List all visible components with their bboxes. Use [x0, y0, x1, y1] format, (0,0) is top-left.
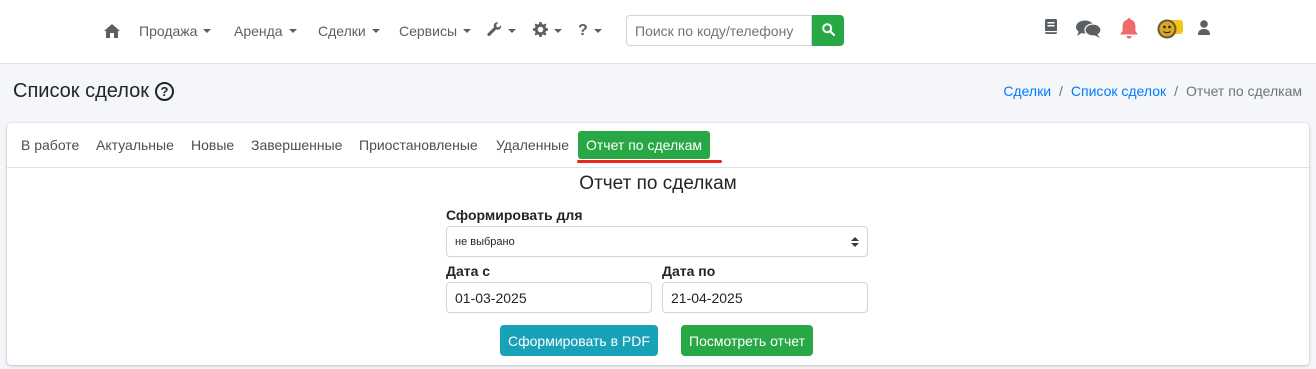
for-label: Сформировать для [446, 207, 583, 223]
page-title: Список сделок ? [13, 78, 174, 104]
menu-sale[interactable]: Продажа [139, 20, 212, 42]
tabs-bar: В работе Актуальные Новые Завершенные Пр… [7, 123, 1309, 168]
tab-deals-report[interactable]: Отчет по сделкам [578, 131, 710, 159]
date-from-label: Дата с [446, 263, 491, 279]
comments-icon[interactable] [1076, 20, 1102, 41]
menu-rent[interactable]: Аренда [234, 20, 297, 42]
book-icon[interactable] [1045, 19, 1057, 37]
report-card: В работе Актуальные Новые Завершенные Пр… [7, 123, 1309, 365]
date-to-input[interactable] [662, 282, 868, 313]
menu-services[interactable]: Сервисы [399, 20, 472, 42]
home-icon[interactable] [104, 20, 120, 42]
question-icon: ? [578, 22, 588, 39]
tab-in-work[interactable]: В работе [13, 131, 87, 159]
tab-completed[interactable]: Завершенные [243, 131, 350, 159]
tab-actual[interactable]: Актуальные [88, 131, 182, 159]
chevron-down-icon [463, 29, 472, 33]
active-tab-underline [577, 160, 722, 163]
menu-services-label: Сервисы [399, 23, 458, 39]
menu-deals[interactable]: Сделки [318, 20, 380, 42]
bell-icon[interactable] [1119, 18, 1139, 42]
generate-pdf-button[interactable]: Сформировать в PDF [500, 325, 658, 356]
tab-suspended[interactable]: Приостановленые [351, 131, 486, 159]
wrench-icon [487, 22, 502, 40]
breadcrumb-deal-list[interactable]: Список сделок [1071, 83, 1166, 99]
for-select[interactable]: не выбрано [446, 226, 868, 257]
top-navbar: Продажа Аренда Сделки Сервисы ? [0, 0, 1316, 64]
chevron-down-icon [508, 29, 516, 33]
search-input[interactable] [626, 15, 812, 46]
menu-sale-label: Продажа [139, 23, 198, 39]
menu-deals-label: Сделки [318, 23, 366, 39]
tab-deleted[interactable]: Удаленные [488, 131, 577, 159]
select-arrows-icon [851, 236, 859, 247]
view-report-button[interactable]: Посмотреть отчет [681, 325, 813, 356]
chevron-down-icon [593, 29, 602, 33]
settings-menu[interactable] [533, 20, 562, 42]
help-circle-icon[interactable]: ? [155, 81, 174, 101]
chevron-down-icon [288, 29, 297, 33]
tab-new[interactable]: Новые [183, 131, 242, 159]
breadcrumb-deals[interactable]: Сделки [1003, 83, 1051, 99]
search-button[interactable] [812, 15, 844, 46]
chevron-down-icon [203, 29, 212, 33]
search-group [626, 15, 844, 46]
breadcrumb-separator: / [1174, 83, 1179, 99]
help-menu[interactable]: ? [578, 20, 602, 42]
chevron-down-icon [554, 29, 562, 33]
tools-menu[interactable] [487, 20, 516, 42]
avatar[interactable] [1157, 18, 1183, 43]
gear-icon [533, 22, 548, 40]
report-title: Отчет по сделкам [579, 173, 737, 194]
date-from-input[interactable] [446, 282, 652, 313]
page-title-text: Список сделок [13, 79, 149, 102]
breadcrumb: Сделки / Список сделок / Отчет по сделка… [1003, 83, 1302, 99]
user-icon[interactable] [1198, 20, 1210, 38]
search-icon [821, 22, 835, 39]
for-select-value: не выбрано [455, 235, 515, 248]
menu-rent-label: Аренда [234, 23, 283, 39]
chevron-down-icon [371, 29, 380, 33]
breadcrumb-current: Отчет по сделкам [1186, 83, 1302, 99]
date-to-label: Дата по [662, 263, 716, 279]
breadcrumb-separator: / [1059, 83, 1063, 99]
